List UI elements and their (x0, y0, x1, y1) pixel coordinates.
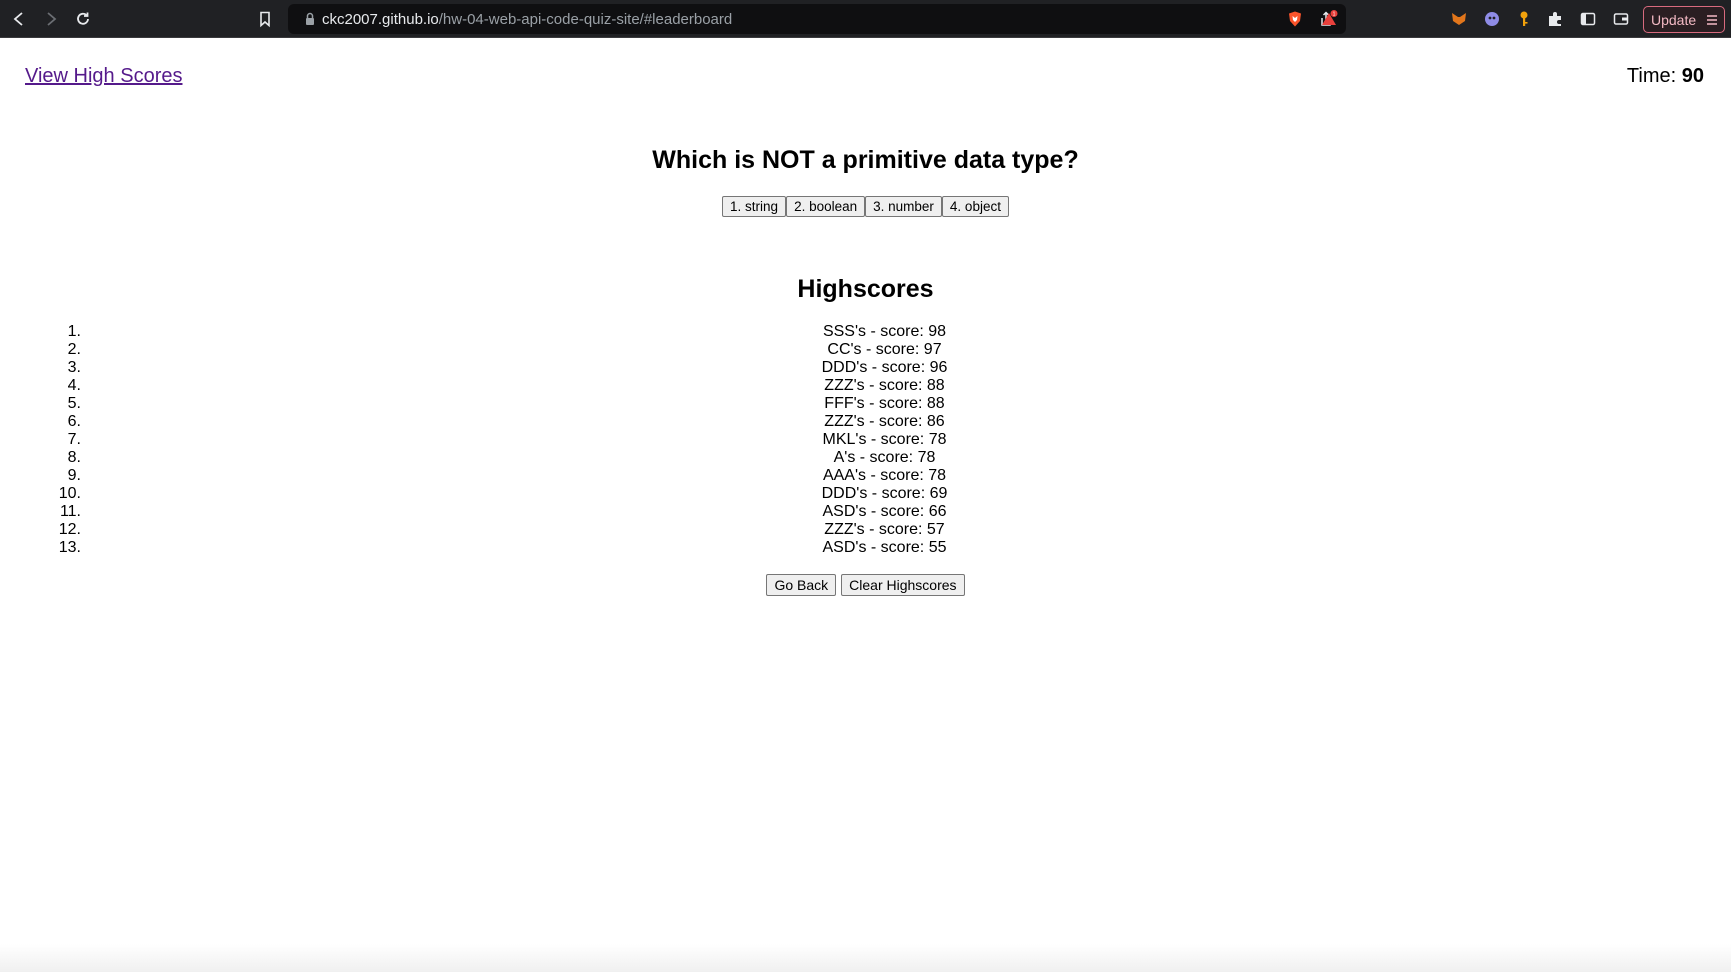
score-entry: ASD's - score: 66 (822, 503, 947, 520)
brave-shields-icon[interactable] (1283, 7, 1307, 31)
question-text: Which is NOT a primitive data type? (652, 146, 1079, 174)
highscore-row: 3. DDD's - score: 96 (0, 359, 1731, 377)
score-entry: ZZZ's - score: 57 (824, 521, 945, 538)
highscore-row: 5. FFF's - score: 88 (0, 395, 1731, 413)
score-entry: A's - score: 78 (833, 449, 936, 466)
score-entry: CC's - score: 97 (827, 341, 942, 358)
score-entry: DDD's - score: 69 (821, 485, 948, 502)
highscores-title: Highscores (797, 275, 934, 303)
clear-highscores-button[interactable]: Clear Highscores (841, 574, 965, 596)
score-entry: ZZZ's - score: 88 (824, 377, 945, 394)
timer: Time: 90 (1627, 65, 1704, 88)
forward-icon[interactable] (39, 7, 63, 31)
wallet-icon[interactable] (1609, 7, 1633, 31)
address-bar[interactable]: ckc2007.github.io/hw-04-web-api-code-qui… (288, 4, 1346, 34)
key-extension-icon[interactable] (1512, 7, 1536, 31)
answer-choices: 1. string 2. boolean 3. number 4. object (0, 196, 1731, 217)
highscore-row: 9. AAA's - score: 78 (0, 467, 1731, 485)
score-entry: ZZZ's - score: 86 (824, 413, 945, 430)
window-bottom-edge (0, 944, 1731, 972)
timer-label: Time: (1626, 65, 1677, 87)
back-icon[interactable] (7, 7, 31, 31)
reload-icon[interactable] (71, 7, 95, 31)
score-entry: ASD's - score: 55 (822, 539, 947, 556)
highscore-row: 10. DDD's - score: 69 (0, 485, 1731, 503)
highscore-row: 1. SSS's - score: 98 (0, 323, 1731, 341)
highscore-row: 7. MKL's - score: 78 (0, 431, 1731, 449)
choice-button-object[interactable]: 4. object (941, 196, 1009, 217)
bookmark-icon[interactable] (253, 7, 277, 31)
notification-badge: 1 (1333, 12, 1336, 18)
ghost-extension-icon[interactable] (1480, 7, 1504, 31)
extensions-puzzle-icon[interactable] (1543, 7, 1567, 31)
highscore-row: 8. A's - score: 78 (0, 449, 1731, 467)
highscore-row: 11. ASD's - score: 66 (0, 503, 1731, 521)
brave-rewards-icon[interactable]: 1 (1317, 7, 1341, 31)
choice-button-boolean[interactable]: 2. boolean (786, 196, 866, 217)
score-entry: MKL's - score: 78 (822, 431, 947, 448)
highscore-row: 13. ASD's - score: 55 (0, 539, 1731, 557)
highscore-row: 6. ZZZ's - score: 86 (0, 413, 1731, 431)
highscore-row: 12. ZZZ's - score: 57 (0, 521, 1731, 539)
browser-toolbar: ckc2007.github.io/hw-04-web-api-code-qui… (0, 0, 1731, 38)
sidebar-toggle-icon[interactable] (1576, 7, 1600, 31)
view-high-scores-link[interactable]: View High Scores (25, 65, 182, 88)
metamask-extension-icon[interactable] (1447, 7, 1471, 31)
go-back-button[interactable]: Go Back (766, 574, 837, 596)
score-entry: FFF's - score: 88 (824, 395, 945, 412)
choice-button-string[interactable]: 1. string (722, 196, 787, 217)
menu-icon (1706, 13, 1718, 30)
choice-button-number[interactable]: 3. number (865, 196, 942, 217)
highscore-row: 4. ZZZ's - score: 88 (0, 377, 1731, 395)
url-text: ckc2007.github.io/hw-04-web-api-code-qui… (322, 11, 733, 28)
score-entry: AAA's - score: 78 (822, 467, 947, 484)
timer-value: 90 (1681, 65, 1704, 87)
highscore-actions: Go Back Clear Highscores (0, 574, 1731, 596)
score-entry: DDD's - score: 96 (821, 359, 948, 376)
highscores-list: 1. SSS's - score: 98 2. CC's - score: 97 3… (0, 323, 1731, 557)
update-button[interactable]: Update (1643, 6, 1725, 33)
highscore-row: 2. CC's - score: 97 (0, 341, 1731, 359)
lock-icon (298, 7, 322, 31)
update-label: Update (1651, 11, 1697, 28)
score-entry: SSS's - score: 98 (822, 323, 947, 340)
